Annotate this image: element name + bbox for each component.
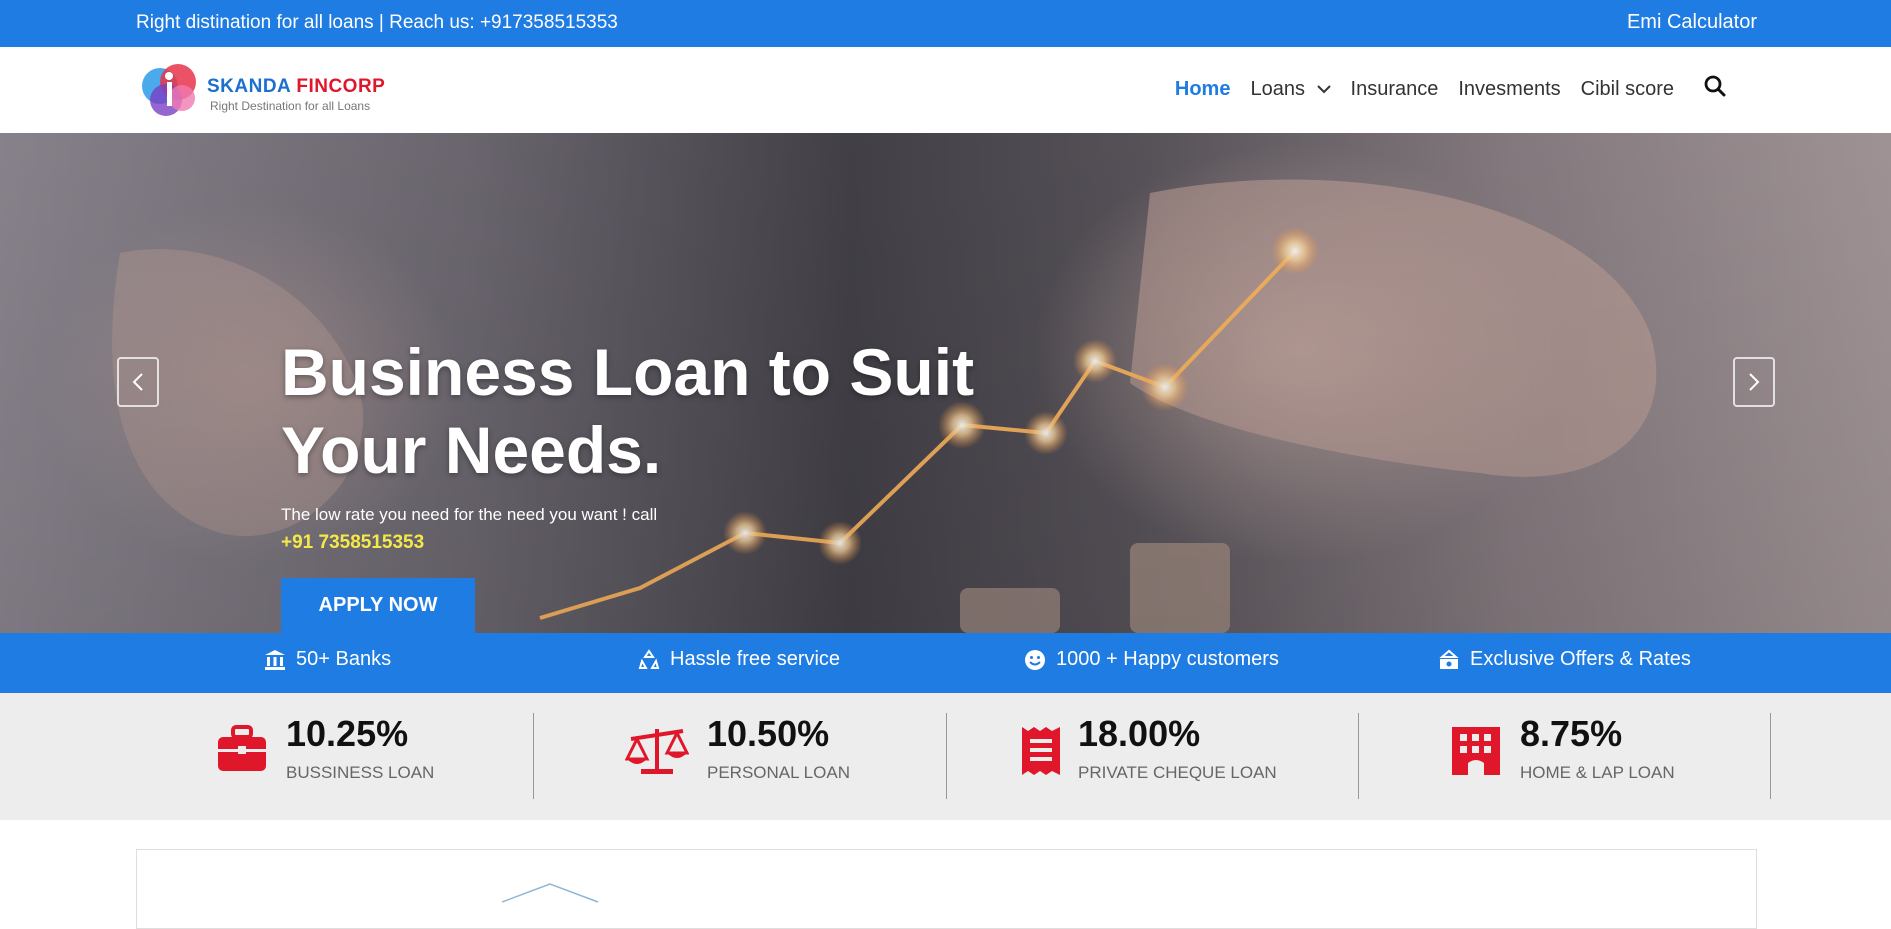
- card-decoration-icon: [502, 883, 599, 903]
- nav-item-investments[interactable]: Invesments: [1458, 78, 1560, 101]
- rate-divider: [1770, 713, 1771, 799]
- feature-hassle-free: Hassle free service: [638, 648, 840, 671]
- rate-home-lap-loan-label: HOME & LAP LOAN: [1520, 763, 1675, 782]
- site-logo[interactable]: SKANDA FINCORP Right Destination for all…: [136, 56, 396, 126]
- feature-exclusive-offers: Exclusive Offers & Rates: [1438, 648, 1691, 671]
- hero-slider: Business Loan to Suit Your Needs. The lo…: [0, 133, 1891, 633]
- search-button[interactable]: [1704, 75, 1726, 103]
- hero-lead-text: The low rate you need for the need you w…: [281, 505, 658, 524]
- offers-icon: [1439, 649, 1459, 669]
- chevron-left-icon: [132, 373, 143, 391]
- brand-subtitle: Right Destination for all Loans: [210, 99, 371, 113]
- nav-item-cibil-score[interactable]: Cibil score: [1581, 78, 1674, 101]
- top-bar: Right distination for all loans | Reach …: [0, 0, 1891, 47]
- rate-personal-loan-label: PERSONAL LOAN: [707, 763, 850, 782]
- rate-private-cheque-loan[interactable]: 18.00% PRIVATE CHEQUE LOAN: [1020, 713, 1340, 793]
- rate-business-loan-value: 10.25%: [286, 713, 409, 754]
- scales-icon: [625, 729, 689, 774]
- nav-item-loans-label: Loans: [1250, 77, 1305, 100]
- smile-icon: [1025, 649, 1045, 670]
- briefcase-icon: [218, 725, 266, 771]
- feature-banks: 50+ Banks: [264, 648, 391, 671]
- rate-home-lap-loan-value: 8.75%: [1520, 713, 1623, 754]
- rate-personal-loan[interactable]: 10.50% PERSONAL LOAN: [625, 713, 925, 793]
- feature-banks-label: 50+ Banks: [296, 648, 392, 670]
- chevron-down-icon: [1316, 85, 1331, 94]
- receipt-icon: [1022, 727, 1060, 775]
- features-strip: 50+ Banks Hassle free service 1000 + Hap…: [0, 633, 1891, 693]
- nav-item-home[interactable]: Home: [1175, 78, 1231, 101]
- building-icon: [1452, 727, 1500, 775]
- rate-private-cheque-loan-value: 18.00%: [1078, 713, 1201, 754]
- hero-heading: Business Loan to Suit Your Needs.: [281, 335, 975, 487]
- brand-name: SKANDA FINCORP: [207, 76, 385, 98]
- rate-business-loan-label: BUSSINESS LOAN: [286, 763, 435, 782]
- brand-name-part1: SKANDA: [207, 76, 291, 97]
- slider-next-button[interactable]: [1733, 357, 1775, 407]
- nav-item-insurance[interactable]: Insurance: [1351, 78, 1439, 101]
- rate-business-loan[interactable]: 10.25% BUSSINESS LOAN: [216, 713, 516, 793]
- rate-divider: [533, 713, 534, 799]
- main-nav: Home Loans Insurance Invesments Cibil sc…: [1155, 75, 1726, 103]
- apply-now-button[interactable]: APPLY NOW: [281, 578, 475, 633]
- search-icon: [1704, 75, 1726, 97]
- rate-home-lap-loan[interactable]: 8.75% HOME & LAP LOAN: [1450, 713, 1750, 793]
- logo-mark-icon: [142, 64, 196, 116]
- feature-hassle-free-label: Hassle free service: [670, 648, 841, 670]
- chevron-right-icon: [1749, 373, 1760, 391]
- recycle-icon: [638, 648, 660, 669]
- feature-happy-customers-label: 1000 + Happy customers: [1056, 648, 1279, 670]
- rate-divider: [946, 713, 947, 799]
- nav-item-loans[interactable]: Loans: [1250, 77, 1331, 101]
- rates-strip: 10.25% BUSSINESS LOAN 10.50% PERSONAL LO…: [0, 693, 1891, 820]
- rate-private-cheque-loan-label: PRIVATE CHEQUE LOAN: [1078, 763, 1277, 782]
- rate-personal-loan-value: 10.50%: [707, 713, 830, 754]
- contact-tagline: Right distination for all loans | Reach …: [136, 12, 618, 33]
- feature-exclusive-offers-label: Exclusive Offers & Rates: [1470, 648, 1691, 670]
- bank-icon: [265, 649, 285, 670]
- hero-phone-number[interactable]: +91 7358515353: [281, 532, 424, 554]
- brand-name-part2: FINCORP: [296, 76, 386, 97]
- rate-divider: [1358, 713, 1359, 799]
- feature-happy-customers: 1000 + Happy customers: [1024, 648, 1279, 671]
- slider-prev-button[interactable]: [117, 357, 159, 407]
- site-header: SKANDA FINCORP Right Destination for all…: [0, 47, 1891, 133]
- emi-calculator-link[interactable]: Emi Calculator: [1627, 11, 1757, 34]
- content-card: [136, 849, 1757, 929]
